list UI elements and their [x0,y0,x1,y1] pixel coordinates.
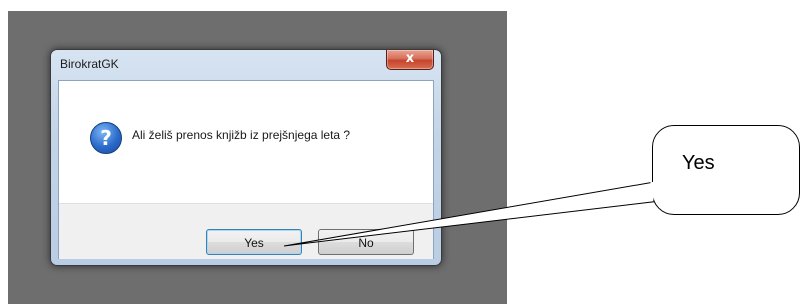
callout-pointer-joint [650,182,654,200]
